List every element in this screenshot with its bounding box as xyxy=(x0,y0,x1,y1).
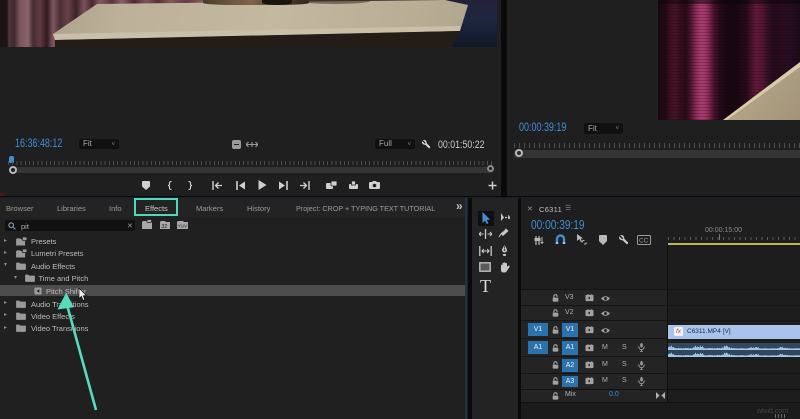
svg-text:YUV: YUV xyxy=(178,224,188,229)
svg-text:CC: CC xyxy=(639,238,649,245)
svg-text:32: 32 xyxy=(161,224,167,230)
